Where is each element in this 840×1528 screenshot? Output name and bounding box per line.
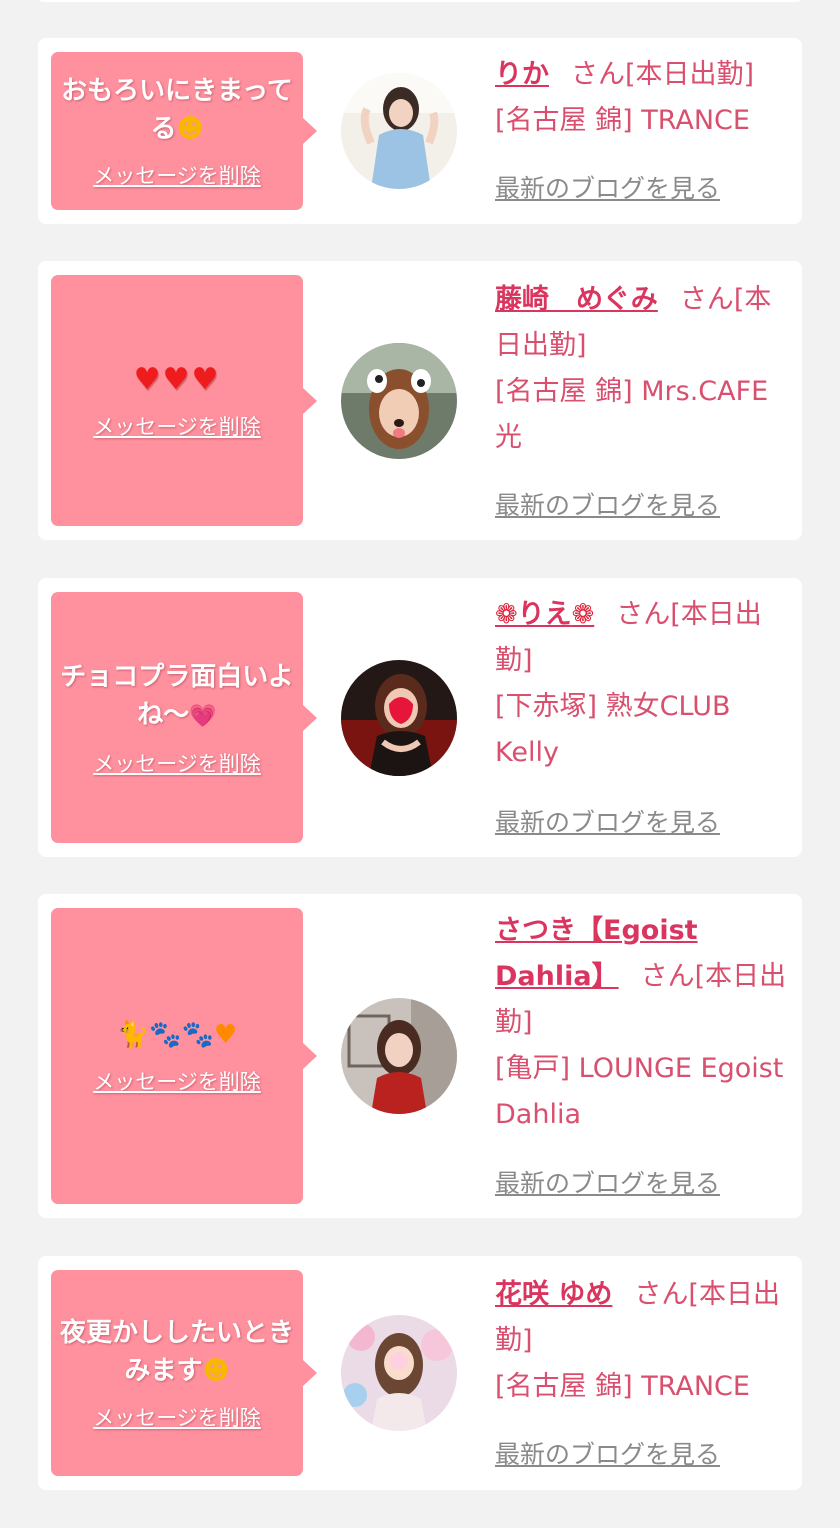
cast-name-link[interactable]: りか — [495, 59, 549, 90]
san-label: さん — [640, 961, 695, 992]
shop-name: [名古屋 錦] Mrs.CAFE光 — [495, 376, 769, 453]
san-label: さん — [634, 1279, 689, 1310]
previous-card-edge — [38, 0, 802, 2]
message-bubble: おもろいにきまってる☻ メッセージを削除 — [51, 52, 317, 210]
rolling-laugh-emoji-icon: ☻ — [202, 1356, 230, 1386]
message-card: チョコプラ面白いよね〜💗 メッセージを削除 ❁りえ❁ さん[本日出勤] [下赤塚]… — [38, 578, 802, 857]
shop-name: [亀戸] LOUNGE Egoist Dahlia — [495, 1053, 784, 1130]
paw-prints-icon: 🐾🐾 — [149, 1020, 214, 1050]
san-label: さん — [679, 284, 734, 315]
message-bubble: ♥♥♥ メッセージを削除 — [51, 275, 317, 526]
message-text: ♥♥♥ — [133, 361, 221, 397]
shop-name: [下赤塚] 熟女CLUB Kelly — [495, 691, 731, 768]
shop-name: [名古屋 錦] TRANCE — [495, 105, 750, 136]
message-card: 夜更かししたいときみます☻ メッセージを削除 花咲 ゆめ さん[本日出勤] [名古… — [38, 1256, 802, 1490]
black-cat-emoji-icon: 🐈 — [116, 1020, 150, 1050]
message-bubble: チョコプラ面白いよね〜💗 メッセージを削除 — [51, 592, 317, 843]
delete-message-link[interactable]: メッセージを削除 — [93, 1402, 261, 1432]
cast-info: りか さん[本日出勤] [名古屋 錦] TRANCE — [495, 52, 791, 144]
message-card: おもろいにきまってる☻ メッセージを削除 りか さん[本日出勤] [名古屋 錦] … — [38, 38, 802, 224]
latest-blog-link[interactable]: 最新のブログを見る — [495, 803, 720, 839]
rose-icon: ❁ — [495, 599, 518, 630]
rose-icon: ❁ — [571, 599, 595, 630]
cast-info: ❁りえ❁ さん[本日出勤] [下赤塚] 熟女CLUB Kelly — [495, 592, 791, 776]
delete-message-link[interactable]: メッセージを削除 — [93, 411, 261, 441]
avatar[interactable] — [341, 998, 457, 1114]
cast-name-link[interactable]: 花咲 ゆめ — [495, 1279, 612, 1310]
message-text: 夜更かししたいときみます☻ — [59, 1318, 294, 1386]
orange-heart-emoji-icon: ♥ — [213, 1020, 238, 1050]
cast-name-link[interactable]: ❁りえ❁ — [495, 599, 594, 630]
latest-blog-link[interactable]: 最新のブログを見る — [495, 1164, 720, 1200]
message-text: おもろいにきまってる☻ — [61, 76, 293, 144]
message-bubble: 🐈🐾🐾♥ メッセージを削除 — [51, 908, 317, 1204]
message-card: ♥♥♥ メッセージを削除 藤崎 めぐみ さん[本日出勤] [名古屋 錦] Mrs.… — [38, 261, 802, 540]
work-status: [本日出勤] — [625, 59, 755, 90]
rolling-laugh-emoji-icon: ☻ — [176, 114, 204, 144]
message-text: 🐈🐾🐾♥ — [117, 1016, 237, 1054]
delete-message-link[interactable]: メッセージを削除 — [93, 160, 261, 190]
cast-info: さつき【Egoist Dahlia】 さん[本日出勤] [亀戸] LOUNGE E… — [495, 908, 791, 1138]
cast-info: 花咲 ゆめ さん[本日出勤] [名古屋 錦] TRANCE — [495, 1272, 791, 1410]
message-bubble: 夜更かししたいときみます☻ メッセージを削除 — [51, 1270, 317, 1476]
cast-info: 藤崎 めぐみ さん[本日出勤] [名古屋 錦] Mrs.CAFE光 — [495, 277, 791, 461]
delete-message-link[interactable]: メッセージを削除 — [93, 748, 261, 778]
latest-blog-link[interactable]: 最新のブログを見る — [495, 169, 720, 205]
pink-heart-emoji-icon: 💗 — [189, 703, 217, 729]
message-text: チョコプラ面白いよね〜💗 — [60, 661, 294, 730]
shop-name: [名古屋 錦] TRANCE — [495, 1371, 750, 1402]
latest-blog-link[interactable]: 最新のブログを見る — [495, 1435, 720, 1471]
latest-blog-link[interactable]: 最新のブログを見る — [495, 486, 720, 522]
avatar[interactable] — [341, 660, 457, 776]
san-label: さん — [571, 59, 625, 90]
delete-message-link[interactable]: メッセージを削除 — [93, 1066, 261, 1096]
avatar[interactable] — [341, 73, 457, 189]
cast-name-link[interactable]: 藤崎 めぐみ — [495, 284, 658, 315]
message-card: 🐈🐾🐾♥ メッセージを削除 さつき【Egoist Dahlia】 さん[本日出勤]… — [38, 894, 802, 1218]
avatar[interactable] — [341, 343, 457, 459]
san-label: さん — [616, 599, 671, 630]
avatar[interactable] — [341, 1315, 457, 1431]
